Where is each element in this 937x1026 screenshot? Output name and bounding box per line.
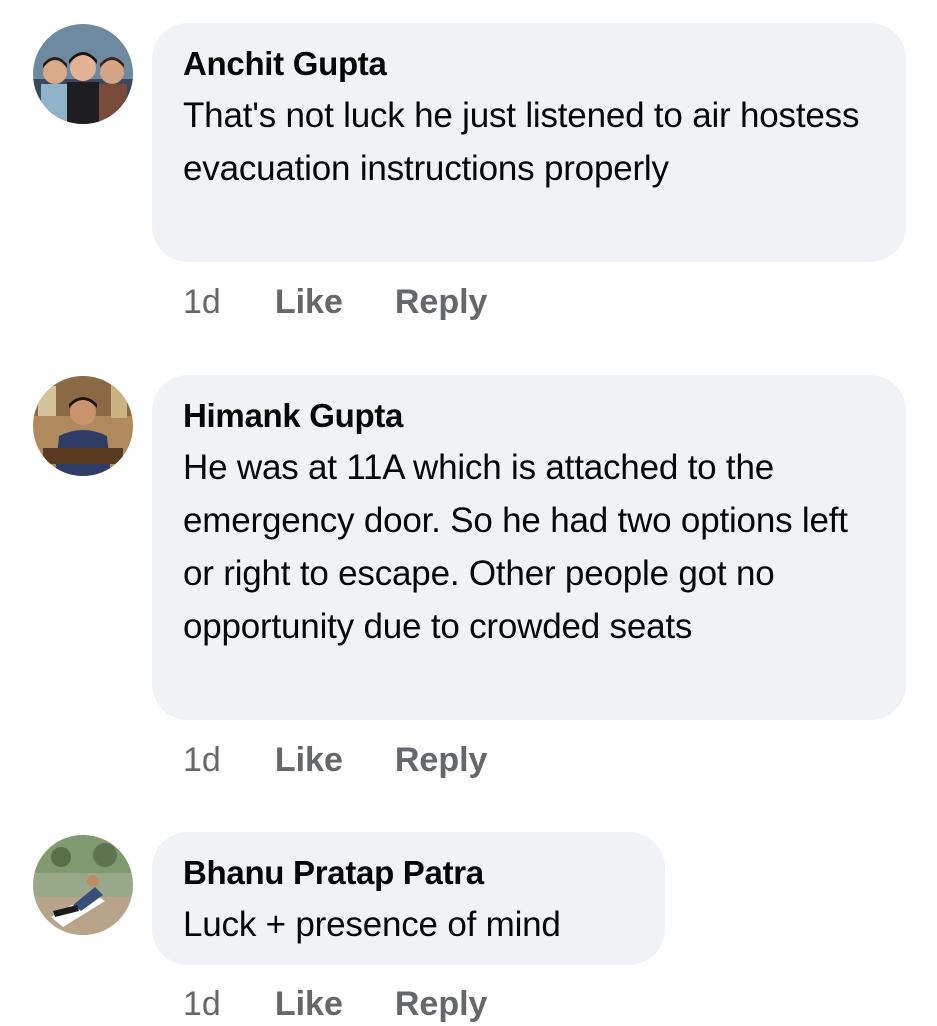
comment-timestamp[interactable]: 1d <box>183 741 221 780</box>
like-button[interactable]: Like <box>275 741 343 780</box>
comment-timestamp[interactable]: 1d <box>183 283 221 322</box>
avatar[interactable] <box>33 835 133 935</box>
comment-text: He was at 11A which is attached to the e… <box>183 448 848 646</box>
comment-actions: 1d Like Reply <box>183 280 487 324</box>
reply-button[interactable]: Reply <box>395 985 488 1024</box>
comment-actions: 1d Like Reply <box>183 738 487 782</box>
like-button[interactable]: Like <box>275 283 343 322</box>
comment-text: That's not luck he just listened to air … <box>183 96 860 188</box>
avatar[interactable] <box>33 376 133 476</box>
comment-bubble: Bhanu Pratap Patra Luck + presence of mi… <box>152 832 665 965</box>
comment-author[interactable]: Bhanu Pratap Patra <box>183 854 635 892</box>
like-button[interactable]: Like <box>275 985 343 1024</box>
comment-text: Luck + presence of mind <box>183 905 561 944</box>
comment-actions: 1d Like Reply <box>183 982 487 1026</box>
comment-author[interactable]: Anchit Gupta <box>183 45 876 83</box>
comment-bubble: Himank Gupta He was at 11A which is atta… <box>152 375 906 720</box>
comment-timestamp[interactable]: 1d <box>183 985 221 1024</box>
reply-button[interactable]: Reply <box>395 741 488 780</box>
comment-bubble: Anchit Gupta That's not luck he just lis… <box>152 23 906 262</box>
comment-author[interactable]: Himank Gupta <box>183 397 876 435</box>
reply-button[interactable]: Reply <box>395 283 488 322</box>
avatar[interactable] <box>33 24 133 124</box>
